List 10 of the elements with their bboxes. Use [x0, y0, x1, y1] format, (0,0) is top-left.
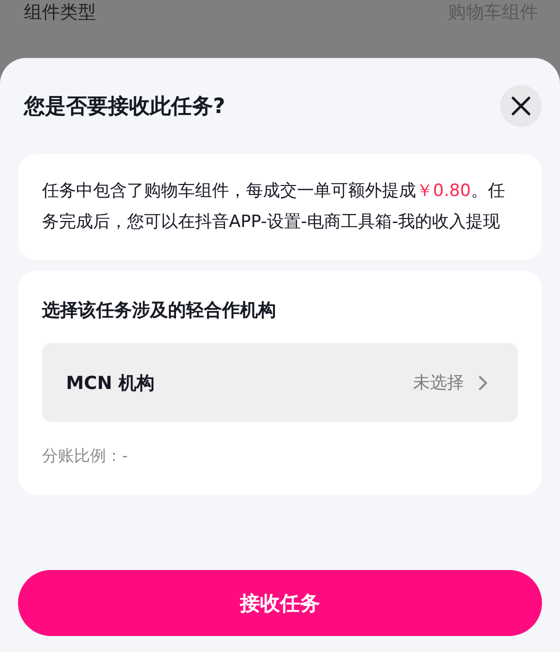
accept-task-button[interactable]: 接收任务 — [18, 570, 542, 636]
close-button[interactable] — [500, 85, 542, 127]
field-label: 组件类型 — [24, 1, 96, 24]
split-ratio-text: 分账比例：- — [42, 446, 129, 467]
close-icon — [510, 95, 532, 117]
section-heading: 选择该任务涉及的轻合作机构 — [42, 299, 277, 323]
chevron-right-icon — [478, 374, 488, 390]
organization-selector[interactable]: MCN 机构 未选择 — [42, 343, 518, 422]
task-description: 任务中包含了购物车组件，每成交一单可额外提成￥0.80。任务完成后，您可以在抖音APP-设置-电商工具箱-我的收入提现 — [42, 180, 506, 234]
sheet-title: 您是否要接收此任务? — [24, 93, 226, 120]
